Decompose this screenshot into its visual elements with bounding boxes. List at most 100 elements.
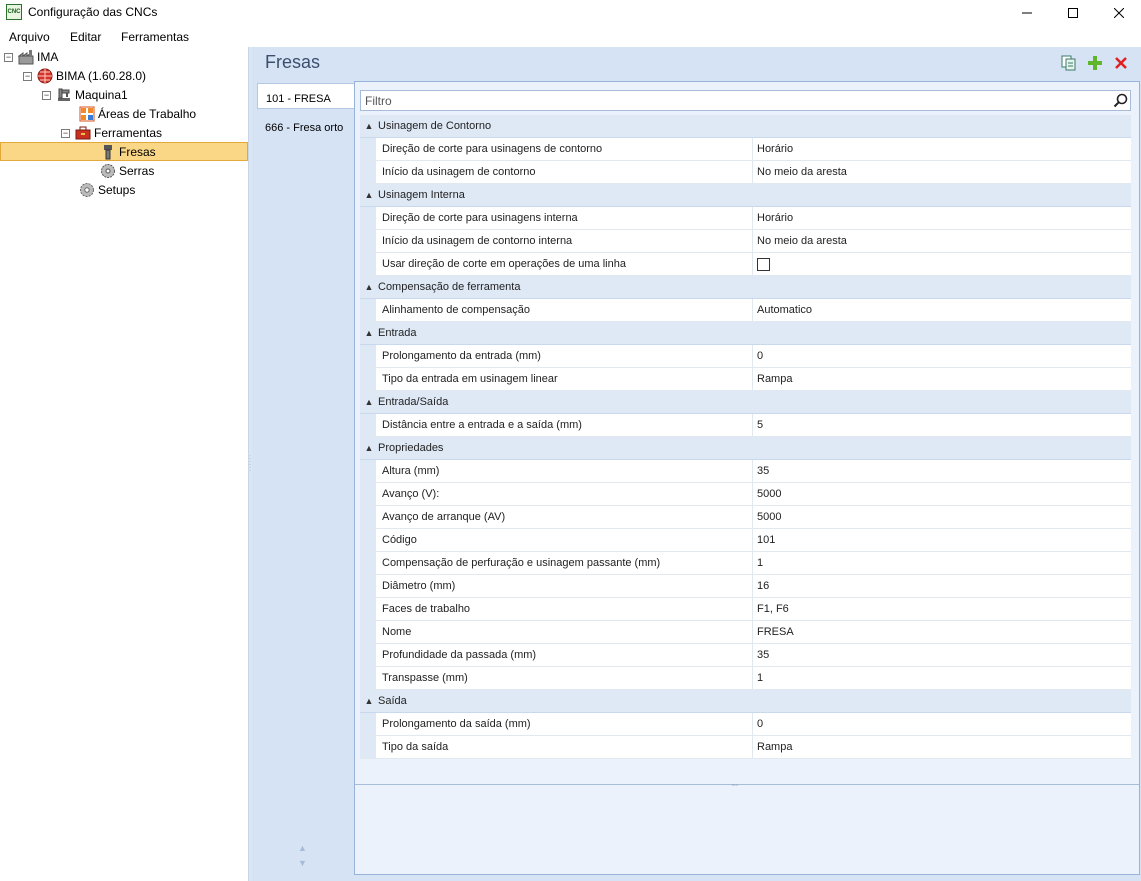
property-row[interactable]: Código 101 bbox=[360, 529, 1131, 552]
category-header[interactable]: ▲ Saída bbox=[360, 690, 1131, 713]
delete-icon bbox=[1115, 57, 1127, 69]
tool-item-666[interactable]: 666 - Fresa orto bbox=[257, 113, 355, 139]
window-title: Configuração das CNCs bbox=[28, 5, 158, 19]
collapse-icon[interactable]: − bbox=[61, 128, 70, 138]
property-value[interactable]: 1 bbox=[753, 552, 1131, 574]
property-row[interactable]: Avanço de arranque (AV) 5000 bbox=[360, 506, 1131, 529]
row-gutter bbox=[360, 506, 376, 528]
tool-list: 101 - FRESA 666 - Fresa orto bbox=[252, 83, 355, 879]
add-button[interactable] bbox=[1087, 55, 1103, 71]
tree-item-ferramentas[interactable]: − Ferramentas bbox=[61, 124, 162, 142]
property-value[interactable]: 5 bbox=[753, 414, 1131, 436]
mill-bit-icon bbox=[100, 144, 116, 160]
collapse-chevron-icon[interactable]: ▲ bbox=[360, 397, 378, 407]
menu-ferramentas[interactable]: Ferramentas bbox=[121, 30, 189, 44]
property-value[interactable]: 0 bbox=[753, 345, 1131, 367]
property-value[interactable]: 101 bbox=[753, 529, 1131, 551]
property-row[interactable]: Faces de trabalho F1, F6 bbox=[360, 598, 1131, 621]
property-value[interactable]: F1, F6 bbox=[753, 598, 1131, 620]
property-value[interactable]: Rampa bbox=[753, 368, 1131, 390]
property-value[interactable]: 1 bbox=[753, 667, 1131, 689]
property-row[interactable]: Direção de corte para usinagens de conto… bbox=[360, 138, 1131, 161]
property-row[interactable]: Diâmetro (mm) 16 bbox=[360, 575, 1131, 598]
property-row[interactable]: Tipo da entrada em usinagem linear Rampa bbox=[360, 368, 1131, 391]
property-grid: ▲ Usinagem de Contorno Direção de corte pa… bbox=[360, 115, 1131, 759]
property-row[interactable]: Início da usinagem de contorno interna No… bbox=[360, 230, 1131, 253]
scroll-down-icon[interactable]: ▼ bbox=[298, 858, 307, 868]
collapse-chevron-icon[interactable]: ▲ bbox=[360, 282, 378, 292]
menu-arquivo[interactable]: Arquivo bbox=[9, 30, 50, 44]
collapse-chevron-icon[interactable]: ▲ bbox=[360, 443, 378, 453]
tree-label: IMA bbox=[37, 50, 59, 64]
category-label: Propriedades bbox=[378, 442, 444, 454]
category-header[interactable]: ▲ Entrada bbox=[360, 322, 1131, 345]
property-row[interactable]: Nome FRESA bbox=[360, 621, 1131, 644]
property-value[interactable]: Automatico bbox=[753, 299, 1131, 321]
property-name: Avanço de arranque (AV) bbox=[376, 506, 753, 528]
tree-label: BIMA (1.60.28.0) bbox=[56, 69, 147, 83]
property-row[interactable]: Compensação de perfuração e usinagem pas… bbox=[360, 552, 1131, 575]
category-header[interactable]: ▲ Usinagem de Contorno bbox=[360, 115, 1131, 138]
property-value[interactable]: 0 bbox=[753, 713, 1131, 735]
property-row[interactable]: Avanço (V): 5000 bbox=[360, 483, 1131, 506]
category-header[interactable]: ▲ Compensação de ferramenta bbox=[360, 276, 1131, 299]
globe-icon bbox=[37, 68, 53, 84]
tree-item-serras[interactable]: Serras bbox=[100, 162, 154, 180]
collapse-icon[interactable]: − bbox=[23, 71, 32, 81]
search-icon[interactable] bbox=[1113, 93, 1128, 108]
property-row[interactable]: Alinhamento de compensação Automatico bbox=[360, 299, 1131, 322]
tree-item-setups[interactable]: Setups bbox=[79, 181, 135, 199]
property-value[interactable]: 35 bbox=[753, 460, 1131, 482]
property-value[interactable]: Horário bbox=[753, 207, 1131, 229]
tree-item-bima[interactable]: − BIMA (1.60.28.0) bbox=[23, 67, 146, 85]
category-header[interactable]: ▲ Entrada/Saída bbox=[360, 391, 1131, 414]
property-value[interactable]: 5000 bbox=[753, 483, 1131, 505]
copy-button[interactable] bbox=[1061, 55, 1077, 71]
scroll-up-icon[interactable]: ▲ bbox=[298, 843, 307, 853]
collapse-chevron-icon[interactable]: ▲ bbox=[360, 190, 378, 200]
tree-item-ima[interactable]: − IMA bbox=[4, 48, 58, 66]
property-row[interactable]: Início da usinagem de contorno No meio da… bbox=[360, 161, 1131, 184]
row-gutter bbox=[360, 575, 376, 597]
property-value[interactable]: No meio da aresta bbox=[753, 230, 1131, 252]
property-row[interactable]: Transpasse (mm) 1 bbox=[360, 667, 1131, 690]
category-header[interactable]: ▲ Usinagem Interna bbox=[360, 184, 1131, 207]
collapse-chevron-icon[interactable]: ▲ bbox=[360, 328, 378, 338]
property-value[interactable]: 5000 bbox=[753, 506, 1131, 528]
property-value[interactable]: FRESA bbox=[753, 621, 1131, 643]
config-tree: − IMA − BIMA (1.60.28.0) − Maquina1 Área… bbox=[0, 47, 249, 881]
collapse-chevron-icon[interactable]: ▲ bbox=[360, 121, 378, 131]
property-row[interactable]: Altura (mm) 35 bbox=[360, 460, 1131, 483]
close-button[interactable] bbox=[1096, 0, 1141, 25]
minimize-button[interactable] bbox=[1004, 0, 1050, 25]
tree-label: Áreas de Trabalho bbox=[98, 107, 197, 121]
delete-button[interactable] bbox=[1113, 55, 1129, 71]
property-value[interactable]: 16 bbox=[753, 575, 1131, 597]
category-header[interactable]: ▲ Propriedades bbox=[360, 437, 1131, 460]
tool-item-101[interactable]: 101 - FRESA bbox=[257, 83, 355, 109]
property-value[interactable]: Horário bbox=[753, 138, 1131, 160]
property-row[interactable]: Prolongamento da entrada (mm) 0 bbox=[360, 345, 1131, 368]
property-checkbox[interactable] bbox=[757, 257, 770, 271]
property-row[interactable]: Tipo da saída Rampa bbox=[360, 736, 1131, 759]
collapse-chevron-icon[interactable]: ▲ bbox=[360, 696, 378, 706]
property-row[interactable]: Prolongamento da saída (mm) 0 bbox=[360, 713, 1131, 736]
filter-input[interactable] bbox=[361, 91, 1101, 110]
property-row[interactable]: Usar direção de corte em operações de um… bbox=[360, 253, 1131, 276]
tree-item-maquina1[interactable]: − Maquina1 bbox=[42, 86, 128, 104]
property-value[interactable]: Rampa bbox=[753, 736, 1131, 758]
property-value[interactable] bbox=[753, 253, 1131, 275]
tree-item-areas[interactable]: Áreas de Trabalho bbox=[79, 105, 196, 123]
tree-item-fresas[interactable]: Fresas bbox=[100, 143, 156, 161]
row-gutter bbox=[360, 345, 376, 367]
property-row[interactable]: Distância entre a entrada e a saída (mm)… bbox=[360, 414, 1131, 437]
property-value[interactable]: No meio da aresta bbox=[753, 161, 1131, 183]
collapse-icon[interactable]: − bbox=[42, 90, 51, 100]
description-pane bbox=[355, 788, 1139, 874]
property-row[interactable]: Profundidade da passada (mm) 35 bbox=[360, 644, 1131, 667]
property-value[interactable]: 35 bbox=[753, 644, 1131, 666]
collapse-icon[interactable]: − bbox=[4, 52, 13, 62]
property-row[interactable]: Direção de corte para usinagens interna H… bbox=[360, 207, 1131, 230]
menu-editar[interactable]: Editar bbox=[70, 30, 101, 44]
maximize-button[interactable] bbox=[1050, 0, 1096, 25]
